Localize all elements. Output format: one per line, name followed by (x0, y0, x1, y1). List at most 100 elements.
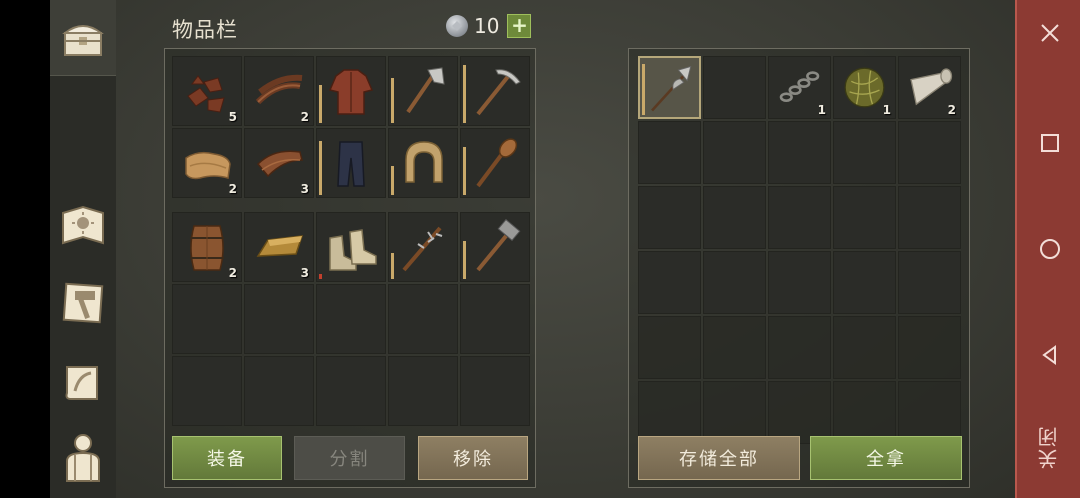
remove-button[interactable]: 移除 (418, 436, 528, 480)
storage-slot[interactable] (833, 381, 896, 444)
axe-icon (406, 67, 445, 114)
storage-slot[interactable] (703, 316, 766, 379)
backpack-slot[interactable] (244, 284, 314, 354)
storage-slot[interactable] (768, 121, 831, 184)
storage-slot[interactable] (703, 381, 766, 444)
equipment-slot[interactable] (460, 56, 530, 126)
storage-slot[interactable] (703, 121, 766, 184)
storage-slot[interactable] (638, 381, 701, 444)
storage-grid: 1 1 2 (638, 56, 961, 444)
close-label[interactable]: 关闭 (1034, 425, 1064, 469)
character-icon[interactable] (56, 430, 110, 484)
pickaxe-icon (476, 69, 521, 116)
durability-bar (391, 253, 394, 279)
storage-slot[interactable] (833, 121, 896, 184)
equipment-slot[interactable]: 2 (244, 56, 314, 126)
equipment-slot[interactable]: 2 (172, 128, 242, 198)
boots-icon (329, 229, 377, 271)
backpack-slot[interactable] (316, 212, 386, 282)
home-icon[interactable] (1035, 234, 1065, 264)
currency-display: 10 + (446, 14, 532, 38)
equipment-grid: 5 2 2 3 (172, 56, 530, 198)
backpack-slot[interactable] (172, 356, 242, 426)
storage-slot[interactable] (703, 56, 766, 119)
crafting-hammer-icon[interactable] (56, 276, 110, 330)
storage-slot[interactable] (898, 186, 961, 249)
close-x-icon[interactable] (1035, 18, 1065, 48)
item-quantity: 2 (947, 103, 956, 117)
add-currency-button[interactable]: + (507, 14, 532, 38)
quest-scroll-icon[interactable] (56, 356, 110, 410)
storage-slot[interactable] (768, 381, 831, 444)
backpack-slot[interactable] (388, 212, 458, 282)
durability-bar (463, 65, 466, 123)
item-quantity: 3 (300, 266, 309, 280)
equipment-slot[interactable] (388, 128, 458, 198)
backpack-slot[interactable] (316, 284, 386, 354)
item-quantity: 3 (300, 182, 309, 196)
durability-bar (319, 141, 322, 195)
equip-button[interactable]: 装备 (172, 436, 282, 480)
backpack-grid: 23 (172, 212, 530, 426)
durability-bar (391, 78, 394, 123)
storage-slot[interactable] (898, 316, 961, 379)
equipment-slot[interactable] (388, 56, 458, 126)
skills-book-icon[interactable] (56, 198, 110, 252)
storage-slot[interactable] (833, 186, 896, 249)
gem-icon (446, 15, 468, 37)
storage-slot[interactable] (638, 316, 701, 379)
equipment-slot[interactable] (316, 128, 386, 198)
currency-value: 10 (474, 14, 500, 38)
spiked-club-icon (402, 226, 443, 272)
club-icon (476, 138, 518, 188)
storage-slot[interactable] (638, 251, 701, 314)
back-icon[interactable] (1035, 340, 1065, 370)
storage-slot[interactable] (898, 121, 961, 184)
split-button[interactable]: 分割 (294, 436, 405, 480)
storage-slot[interactable] (638, 121, 701, 184)
backpack-slot[interactable] (244, 356, 314, 426)
durability-bar (463, 147, 466, 195)
backpack-slot[interactable]: 3 (244, 212, 314, 282)
storage-slot[interactable] (703, 186, 766, 249)
chest-icon[interactable] (56, 12, 110, 66)
backpack-slot[interactable] (388, 284, 458, 354)
ingot-icon (256, 235, 304, 257)
pants-icon (337, 141, 365, 187)
backpack-slot[interactable] (460, 212, 530, 282)
hammer-icon (476, 218, 521, 272)
take-all-button[interactable]: 全拿 (810, 436, 962, 480)
equipment-slot[interactable]: 3 (244, 128, 314, 198)
leather-scraps-icon (187, 75, 225, 113)
storage-slot[interactable] (898, 251, 961, 314)
backpack-slot[interactable]: 2 (172, 212, 242, 282)
backpack-slot[interactable] (460, 356, 530, 426)
storage-slot[interactable] (703, 251, 766, 314)
storage-slot[interactable]: 1 (768, 56, 831, 119)
storage-slot[interactable]: 1 (833, 56, 896, 119)
item-quantity: 2 (228, 266, 237, 280)
item-quantity: 2 (300, 110, 309, 124)
inventory-title: 物品栏 (172, 18, 238, 42)
hood-icon (405, 141, 443, 183)
equipment-slot[interactable] (316, 56, 386, 126)
storage-slot[interactable] (768, 316, 831, 379)
storage-slot[interactable] (833, 251, 896, 314)
durability-bar (463, 241, 466, 279)
storage-slot[interactable] (638, 56, 701, 119)
storage-slot[interactable] (833, 316, 896, 379)
recent-apps-icon[interactable] (1035, 128, 1065, 158)
storage-slot[interactable] (898, 381, 961, 444)
backpack-slot[interactable] (460, 284, 530, 354)
storage-slot[interactable] (768, 186, 831, 249)
backpack-slot[interactable] (388, 356, 458, 426)
storage-slot[interactable]: 2 (898, 56, 961, 119)
backpack-slot[interactable] (316, 356, 386, 426)
backpack-slot[interactable] (172, 284, 242, 354)
durability-bar (391, 166, 394, 195)
storage-slot[interactable] (768, 251, 831, 314)
equipment-slot[interactable]: 5 (172, 56, 242, 126)
equipment-slot[interactable] (460, 128, 530, 198)
store-all-button[interactable]: 存储全部 (638, 436, 800, 480)
storage-slot[interactable] (638, 186, 701, 249)
